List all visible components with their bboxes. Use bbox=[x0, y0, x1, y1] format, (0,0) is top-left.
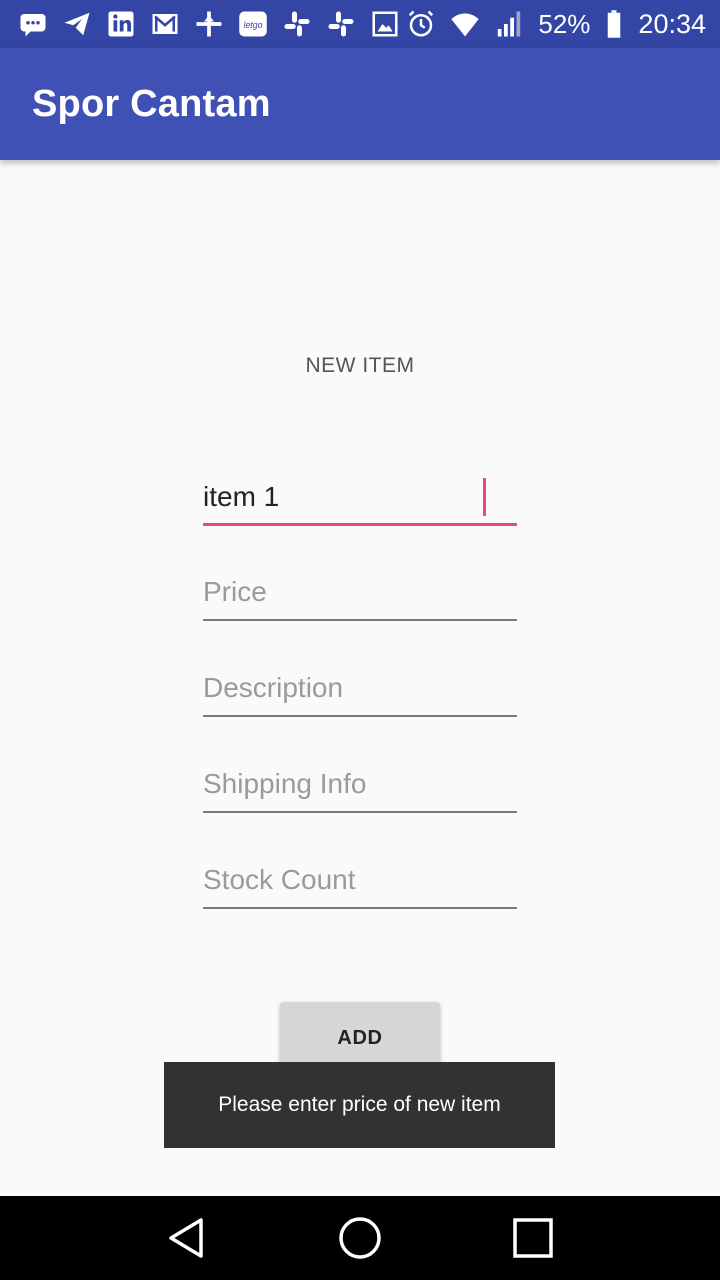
gmail-icon bbox=[150, 9, 180, 39]
item-name-field[interactable] bbox=[203, 470, 517, 528]
stock-count-field[interactable] bbox=[203, 853, 517, 911]
stock-count-input[interactable] bbox=[203, 853, 517, 909]
status-bar: letgo 52% 20:34 bbox=[0, 0, 720, 48]
letgo-icon: letgo bbox=[238, 9, 268, 39]
linkedin-icon bbox=[106, 9, 136, 39]
recents-square-icon bbox=[513, 1218, 554, 1258]
telegram-icon bbox=[62, 9, 92, 39]
image-icon bbox=[370, 9, 400, 39]
shipping-info-field[interactable] bbox=[203, 757, 517, 815]
app-icon bbox=[194, 9, 224, 39]
item-name-input[interactable] bbox=[203, 470, 517, 526]
letgo-text: letgo bbox=[244, 20, 263, 30]
wifi-icon bbox=[450, 9, 480, 39]
back-triangle-icon bbox=[168, 1218, 203, 1258]
toast-message: Please enter price of new item bbox=[164, 1062, 555, 1148]
navigation-bar bbox=[0, 1196, 720, 1280]
battery-icon bbox=[604, 9, 624, 39]
back-button[interactable] bbox=[152, 1203, 222, 1273]
home-circle-icon bbox=[339, 1217, 381, 1259]
toast-text: Please enter price of new item bbox=[218, 1093, 501, 1116]
description-input[interactable] bbox=[203, 661, 517, 717]
clock: 20:34 bbox=[638, 8, 706, 39]
recents-button[interactable] bbox=[498, 1203, 568, 1273]
system-icons: 52% 20:34 bbox=[406, 9, 706, 40]
app-bar: Spor Cantam bbox=[0, 48, 720, 160]
shipping-info-input[interactable] bbox=[203, 757, 517, 813]
slack-icon bbox=[282, 9, 312, 39]
chat-bubble-icon bbox=[18, 9, 48, 39]
page-heading: NEW ITEM bbox=[305, 354, 415, 377]
notification-icons: letgo bbox=[18, 9, 400, 39]
description-field[interactable] bbox=[203, 661, 517, 719]
battery-percent: 52% bbox=[538, 8, 591, 39]
slack-icon bbox=[326, 9, 356, 39]
alarm-icon bbox=[406, 9, 436, 39]
home-button[interactable] bbox=[325, 1203, 395, 1273]
app-title: Spor Cantam bbox=[32, 82, 271, 125]
text-cursor bbox=[483, 478, 486, 516]
signal-icon bbox=[494, 9, 524, 39]
price-input[interactable] bbox=[203, 565, 517, 621]
price-field[interactable] bbox=[203, 565, 517, 623]
